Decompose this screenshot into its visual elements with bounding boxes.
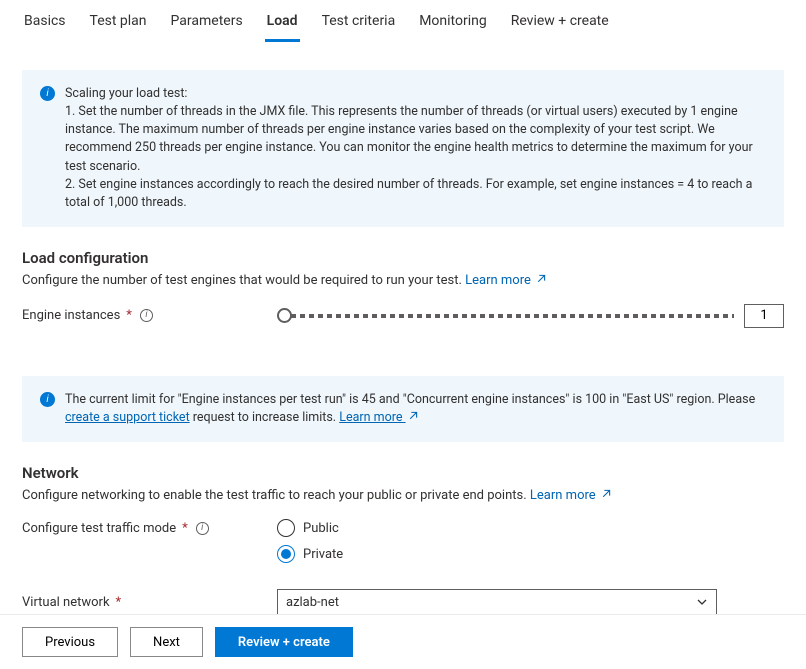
load-config-learn-more-link[interactable]: Learn more — [465, 273, 546, 288]
wizard-tabs: Basics Test plan Parameters Load Test cr… — [0, 0, 806, 42]
network-desc: Configure networking to enable the test … — [22, 488, 784, 503]
network-title: Network — [22, 464, 784, 482]
engine-instances-row: Engine instances * i — [22, 304, 784, 328]
limit-info-box: i The current limit for "Engine instance… — [22, 376, 784, 442]
create-support-ticket-link[interactable]: create a support ticket — [65, 410, 190, 425]
help-icon[interactable]: i — [196, 522, 209, 535]
traffic-mode-label: Configure test traffic mode — [22, 521, 176, 536]
engine-instances-input[interactable] — [744, 304, 784, 328]
network-learn-more-link[interactable]: Learn more — [530, 488, 611, 503]
limit-learn-more-link[interactable]: Learn more — [339, 410, 417, 425]
scaling-info-title: Scaling your load test: — [65, 85, 766, 103]
review-create-button[interactable]: Review + create — [215, 627, 353, 657]
previous-button[interactable]: Previous — [22, 627, 118, 657]
traffic-mode-public-label: Public — [303, 521, 339, 536]
traffic-mode-private-label: Private — [303, 547, 343, 562]
required-indicator: * — [182, 521, 188, 536]
scaling-info-line2: 2. Set engine instances accordingly to r… — [65, 176, 766, 212]
load-config-desc-text: Configure the number of test engines tha… — [22, 273, 465, 288]
limit-info-text-pre: The current limit for "Engine instances … — [65, 392, 755, 407]
limit-learn-more-text: Learn more — [339, 410, 402, 425]
traffic-mode-row: Configure test traffic mode * i Public P… — [22, 519, 784, 563]
wizard-footer: Previous Next Review + create — [0, 614, 806, 669]
virtual-network-dropdown[interactable]: azlab-net — [277, 589, 717, 615]
tab-review-create[interactable]: Review + create — [509, 5, 611, 42]
slider-rail — [291, 314, 734, 318]
tab-test-criteria[interactable]: Test criteria — [320, 5, 398, 42]
virtual-network-value: azlab-net — [286, 595, 339, 610]
limit-info-text-mid: request to increase limits. — [193, 410, 339, 425]
info-icon: i — [40, 86, 55, 101]
network-learn-more-text: Learn more — [530, 488, 596, 503]
network-desc-text: Configure networking to enable the test … — [22, 488, 530, 503]
tab-parameters[interactable]: Parameters — [169, 5, 245, 42]
traffic-mode-public-radio[interactable]: Public — [277, 519, 343, 537]
help-icon[interactable]: i — [140, 309, 153, 322]
load-config-title: Load configuration — [22, 249, 784, 267]
next-button[interactable]: Next — [130, 627, 203, 657]
scaling-info-box: i Scaling your load test: 1. Set the num… — [22, 70, 784, 227]
info-icon: i — [40, 392, 55, 407]
external-link-icon — [601, 489, 611, 502]
virtual-network-label: Virtual network — [22, 595, 110, 610]
load-config-learn-more-text: Learn more — [465, 273, 531, 288]
load-config-desc: Configure the number of test engines tha… — [22, 273, 784, 288]
tab-monitoring[interactable]: Monitoring — [417, 5, 489, 42]
tab-load[interactable]: Load — [265, 5, 300, 42]
tab-test-plan[interactable]: Test plan — [88, 5, 149, 42]
traffic-mode-private-radio[interactable]: Private — [277, 545, 343, 563]
radio-icon — [277, 545, 295, 563]
virtual-network-row: Virtual network * azlab-net — [22, 589, 784, 615]
tab-basics[interactable]: Basics — [22, 5, 68, 42]
engine-instances-label: Engine instances — [22, 308, 120, 323]
engine-instances-slider[interactable] — [277, 314, 734, 318]
required-indicator: * — [126, 308, 132, 323]
required-indicator: * — [116, 595, 122, 610]
external-link-icon — [536, 274, 546, 287]
radio-icon — [277, 519, 295, 537]
scaling-info-line1: 1. Set the number of threads in the JMX … — [65, 103, 766, 176]
external-link-icon — [408, 411, 418, 427]
chevron-down-icon — [696, 596, 708, 608]
slider-thumb[interactable] — [277, 308, 292, 323]
